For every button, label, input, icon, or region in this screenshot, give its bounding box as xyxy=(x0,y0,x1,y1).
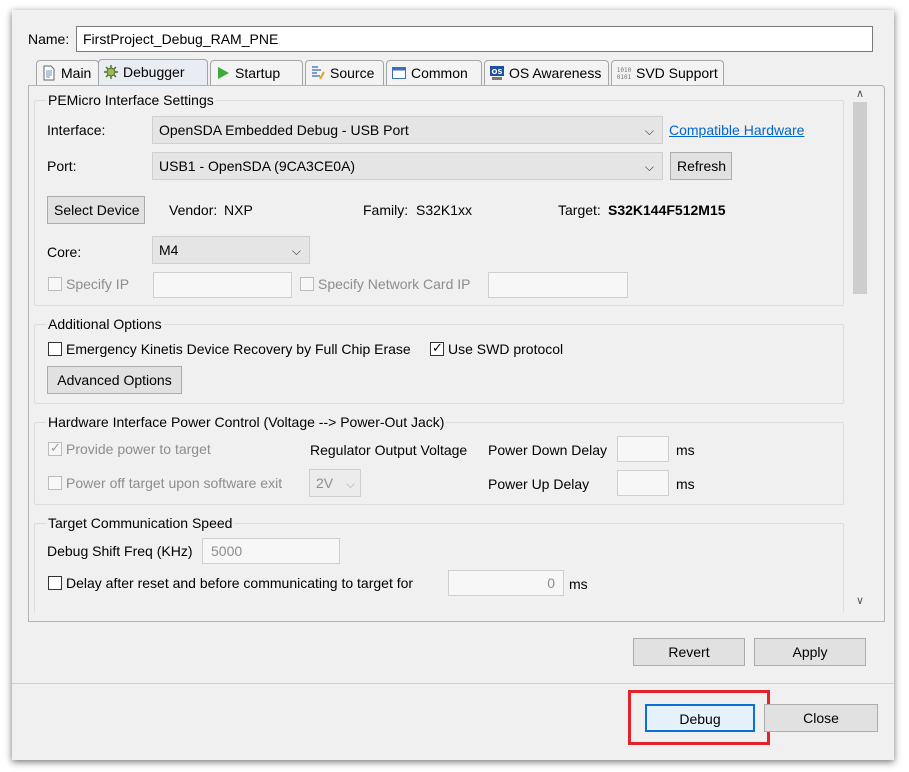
target-label: Target: xyxy=(558,202,601,218)
tab-label: Debugger xyxy=(123,64,185,80)
group-title-speed: Target Communication Speed xyxy=(46,514,235,532)
family-value: S32K1xx xyxy=(416,202,473,218)
svg-text:OS: OS xyxy=(492,68,503,76)
close-button[interactable]: Close xyxy=(764,704,878,732)
use-swd-label: Use SWD protocol xyxy=(448,341,564,357)
compatible-hardware-link[interactable]: Compatible Hardware xyxy=(669,121,804,139)
footer-separator xyxy=(12,683,894,684)
vertical-scrollbar[interactable]: ∧ ∨ xyxy=(852,86,868,609)
specify-network-card-ip-label: Specify Network Card IP xyxy=(318,276,471,292)
power-down-delay-input[interactable] xyxy=(617,436,669,462)
interface-label: Interface: xyxy=(47,122,106,138)
tab-label: Main xyxy=(61,65,92,81)
specify-ip-label: Specify IP xyxy=(66,276,130,292)
debug-configurations-dialog: Name: FirstProject_Debug_RAM_PNE Main De… xyxy=(12,10,894,760)
power-up-delay-label: Power Up Delay xyxy=(488,476,590,492)
tab-label: Common xyxy=(411,65,468,81)
vendor-label: Vendor: xyxy=(169,202,218,218)
interface-value: OpenSDA Embedded Debug - USB Port xyxy=(159,122,409,138)
chevron-down-icon: ⌵ xyxy=(345,477,355,491)
core-value: M4 xyxy=(159,242,179,258)
binary-icon: 1010 0101 xyxy=(616,65,632,81)
os-icon: OS xyxy=(489,65,505,81)
tab-label: OS Awareness xyxy=(509,65,602,81)
tab-svd-support[interactable]: 1010 0101 SVD Support xyxy=(611,60,724,85)
tab-os-awareness[interactable]: OS OS Awareness xyxy=(484,60,609,85)
delay-unit: ms xyxy=(569,576,588,592)
tab-label: Source xyxy=(330,65,375,81)
revert-button[interactable]: Revert xyxy=(633,638,745,666)
port-value: USB1 - OpenSDA (9CA3CE0A) xyxy=(159,158,356,174)
power-down-delay-label: Power Down Delay xyxy=(488,442,608,458)
chevron-down-icon: ⌵ xyxy=(644,160,654,174)
tab-source[interactable]: Source xyxy=(305,60,384,85)
scroll-down-icon[interactable]: ∨ xyxy=(852,593,868,609)
delay-after-reset-checkbox[interactable] xyxy=(48,576,62,590)
document-icon xyxy=(41,65,57,81)
checkmark-icon: ✓ xyxy=(432,340,443,355)
advanced-options-button[interactable]: Advanced Options xyxy=(47,366,182,394)
port-label: Port: xyxy=(47,158,77,174)
tab-startup[interactable]: Startup xyxy=(210,60,303,85)
power-down-unit: ms xyxy=(676,442,695,458)
power-control-group xyxy=(34,422,844,505)
chevron-down-icon: ⌵ xyxy=(644,124,654,138)
vendor-value: NXP xyxy=(224,202,253,218)
target-value: S32K144F512M15 xyxy=(608,202,726,218)
group-title-additional: Additional Options xyxy=(46,315,164,333)
provide-power-checkbox[interactable]: ✓ xyxy=(48,440,62,456)
shift-freq-label: Debug Shift Freq (KHz) xyxy=(47,543,193,559)
tab-label: Startup xyxy=(235,65,281,81)
group-title-pemicro: PEMicro Interface Settings xyxy=(46,91,216,109)
specify-network-card-ip-checkbox[interactable] xyxy=(300,277,314,291)
delay-after-reset-label: Delay after reset and before communicati… xyxy=(66,575,414,591)
delay-input[interactable]: 0 xyxy=(448,570,564,596)
bug-gear-icon xyxy=(103,64,119,80)
port-select[interactable]: USB1 - OpenSDA (9CA3CE0A) ⌵ xyxy=(152,152,663,180)
name-label: Name: xyxy=(28,31,70,47)
debug-button[interactable]: Debug xyxy=(645,704,755,732)
tab-label: SVD Support xyxy=(636,65,718,81)
regulator-voltage-label: Regulator Output Voltage xyxy=(310,442,468,458)
power-up-unit: ms xyxy=(676,476,695,492)
tab-debugger[interactable]: Debugger xyxy=(98,59,208,86)
core-label: Core: xyxy=(47,244,82,260)
play-icon xyxy=(215,65,231,81)
window-icon xyxy=(391,65,407,81)
chevron-down-icon: ⌵ xyxy=(291,244,301,258)
specify-ip-checkbox[interactable] xyxy=(48,277,62,291)
svg-text:1010: 1010 xyxy=(617,67,632,74)
interface-select[interactable]: OpenSDA Embedded Debug - USB Port ⌵ xyxy=(152,116,663,144)
emergency-recovery-checkbox[interactable] xyxy=(48,342,62,356)
use-swd-checkbox[interactable]: ✓ xyxy=(430,340,444,356)
shift-freq-input[interactable]: 5000 xyxy=(202,538,340,564)
communication-speed-group xyxy=(34,523,844,613)
select-device-button[interactable]: Select Device xyxy=(47,196,145,224)
svg-text:0101: 0101 xyxy=(617,74,632,81)
network-card-ip-input[interactable] xyxy=(488,272,628,298)
name-input[interactable]: FirstProject_Debug_RAM_PNE xyxy=(76,26,873,52)
core-select[interactable]: M4 ⌵ xyxy=(152,236,310,264)
power-up-delay-input[interactable] xyxy=(617,470,669,496)
tab-common[interactable]: Common xyxy=(386,60,482,85)
provide-power-label: Provide power to target xyxy=(66,441,211,457)
regulator-voltage-select[interactable]: 2V ⌵ xyxy=(309,469,361,497)
ip-address-input[interactable] xyxy=(153,272,292,298)
scrollbar-thumb[interactable] xyxy=(853,102,867,294)
tab-main[interactable]: Main xyxy=(36,60,99,85)
apply-button[interactable]: Apply xyxy=(754,638,866,666)
group-title-power: Hardware Interface Power Control (Voltag… xyxy=(46,413,447,431)
family-label: Family: xyxy=(363,202,409,218)
refresh-button[interactable]: Refresh xyxy=(670,152,732,180)
regulator-voltage-value: 2V xyxy=(316,475,334,491)
emergency-recovery-label: Emergency Kinetis Device Recovery by Ful… xyxy=(66,341,411,357)
source-icon xyxy=(310,65,326,81)
power-off-label: Power off target upon software exit xyxy=(66,475,283,491)
checkmark-icon: ✓ xyxy=(50,440,61,455)
power-off-checkbox[interactable] xyxy=(48,476,62,490)
scroll-up-icon[interactable]: ∧ xyxy=(852,86,868,102)
